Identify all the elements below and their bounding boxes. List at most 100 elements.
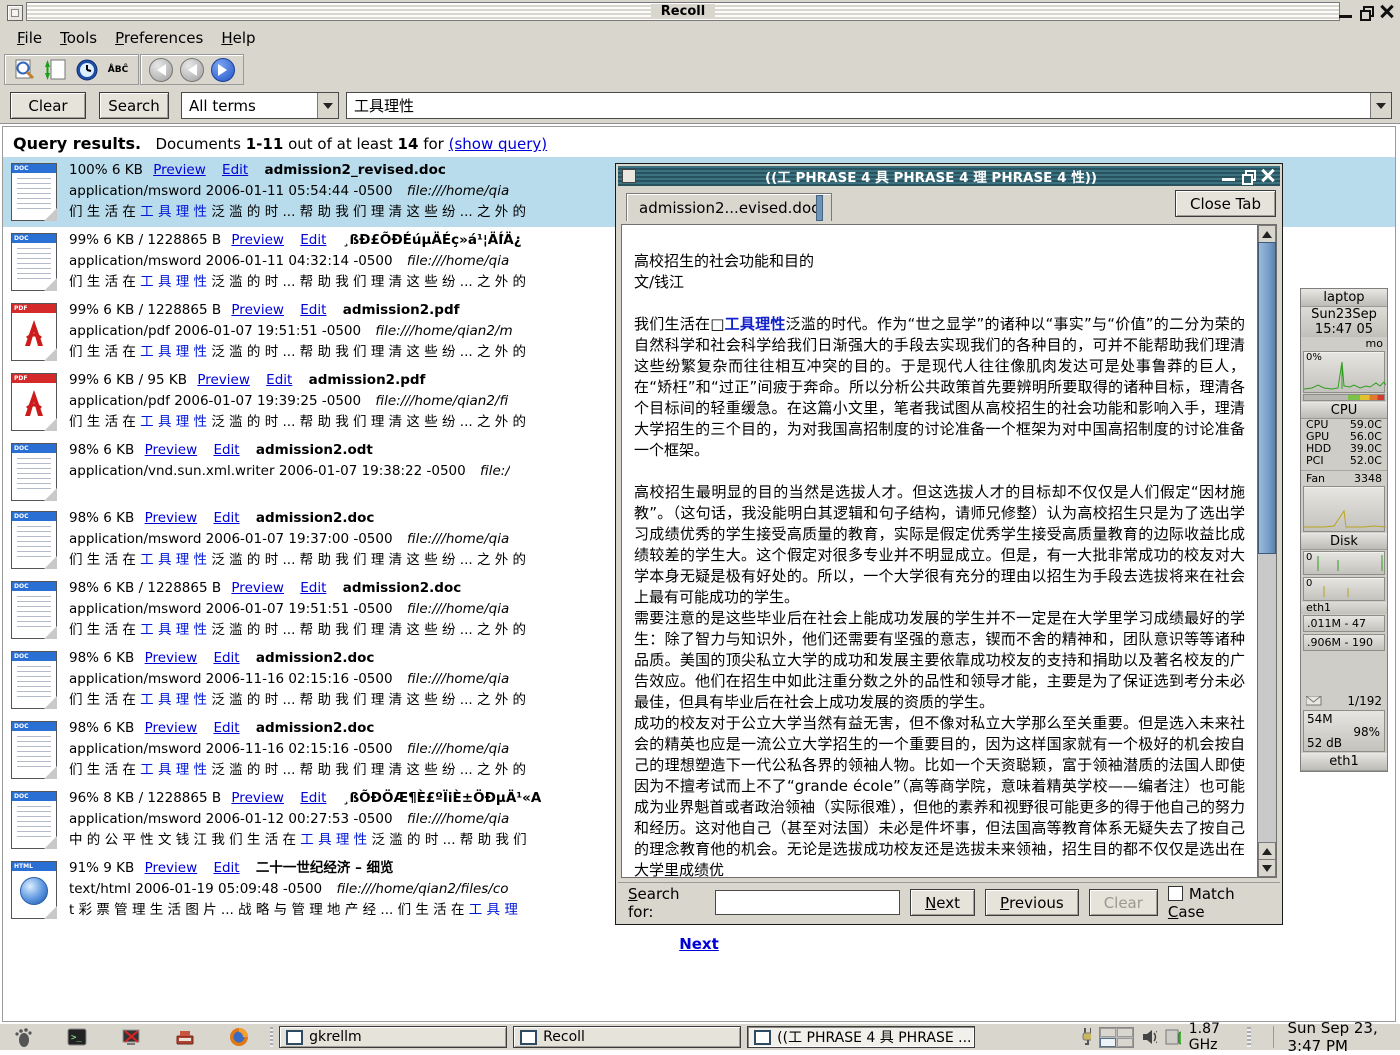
preview-link[interactable]: Preview (145, 860, 198, 876)
checkbox-icon[interactable] (1168, 886, 1183, 901)
preview-window-menu-icon[interactable] (622, 169, 636, 183)
restore-icon[interactable] (1360, 6, 1372, 18)
scroll-up-icon[interactable] (1258, 842, 1276, 860)
terminal-icon[interactable]: >_ (66, 1026, 88, 1048)
edit-link[interactable]: Edit (300, 790, 326, 806)
close-tab-button[interactable]: Close Tab (1175, 190, 1276, 217)
edit-link[interactable]: Edit (213, 860, 239, 876)
menu-item[interactable]: Preferences (106, 27, 212, 49)
cpufreq-icon[interactable] (1165, 1028, 1181, 1046)
launcher-icons: >_ (0, 1026, 264, 1048)
find-previous-button[interactable]: Previous (985, 889, 1079, 916)
scroll-up-icon[interactable] (1258, 225, 1276, 243)
edit-link[interactable]: Edit (300, 302, 326, 318)
lock-screen-icon[interactable] (120, 1026, 142, 1048)
first-page-icon[interactable] (149, 58, 173, 82)
taskbar-window-button[interactable]: Recoll (513, 1026, 741, 1048)
clock-gripper[interactable] (1247, 1027, 1250, 1047)
file-icon-body (17, 666, 51, 700)
taskbar-clock[interactable]: Sun Sep 23, 3:47 PM (1273, 1026, 1400, 1048)
sort-by-date-icon[interactable] (75, 58, 99, 82)
workspace-pager[interactable] (1099, 1027, 1134, 1048)
edit-link[interactable]: Edit (300, 232, 326, 248)
toolbar-group-nav (140, 54, 244, 85)
preview-search-input[interactable] (715, 890, 900, 915)
maximize-icon[interactable] (1242, 170, 1254, 182)
next-page-icon[interactable] (211, 58, 235, 82)
edit-link[interactable]: Edit (300, 580, 326, 596)
mail-monitor[interactable]: 1/192 (1301, 693, 1387, 709)
firefox-icon[interactable] (228, 1026, 250, 1048)
preview-link[interactable]: Preview (145, 650, 198, 666)
file-type-icon: DOC (11, 163, 57, 221)
clear-button[interactable]: Clear (10, 92, 86, 119)
previous-page-icon[interactable] (180, 58, 204, 82)
preview-tabrow: admission2...evised.doc Close Tab (620, 190, 1278, 221)
edit-link[interactable]: Edit (213, 442, 239, 458)
menu-item[interactable]: File (8, 27, 51, 49)
sort-parameters-icon[interactable] (44, 58, 68, 82)
sensor-row: PCI52.0C (1301, 455, 1387, 467)
toolbar: ÅBĈ (0, 51, 1400, 88)
preview-tab[interactable]: admission2...evised.doc (626, 193, 832, 221)
preview-link[interactable]: Preview (231, 232, 284, 248)
scroll-down-icon[interactable] (1258, 859, 1276, 877)
preview-link[interactable]: Preview (197, 372, 250, 388)
search-mode-select[interactable]: All terms (181, 92, 339, 119)
search-button[interactable]: Search (99, 92, 169, 119)
find-clear-button[interactable]: Clear (1089, 889, 1158, 916)
preview-link[interactable]: Preview (231, 790, 284, 806)
scrollbar-thumb[interactable] (1258, 242, 1276, 554)
show-query-details-icon[interactable] (13, 58, 37, 82)
preview-link[interactable]: Preview (145, 510, 198, 526)
typewriter-icon[interactable] (174, 1026, 196, 1048)
preview-link[interactable]: Preview (231, 302, 284, 318)
result-range: 1-11 (246, 135, 284, 153)
preview-titlebar[interactable]: ((工 PHRASE 4 具 PHRASE 4 理 PHRASE 4 性)) (618, 166, 1280, 186)
mem-battery-volume-meter[interactable]: 54M 98% 52 dB (1303, 710, 1385, 752)
match-case-checkbox[interactable]: Match Case (1168, 885, 1270, 921)
preview-text[interactable]: 高校招生的社会功能和目的 文/钱江 我们生活在□工具理性泛滥的时代。作为“世之显… (621, 224, 1258, 878)
preview-scrollbar[interactable] (1257, 224, 1277, 878)
query-input[interactable]: 工具理性 (346, 92, 1392, 119)
preview-link[interactable]: Preview (153, 162, 206, 178)
power-plug-icon[interactable] (1081, 1027, 1091, 1047)
disk-read-chart[interactable]: 0 (1303, 551, 1385, 575)
preview-link[interactable]: Preview (145, 720, 198, 736)
result-filename: admission2.doc (256, 720, 375, 736)
close-icon[interactable] (1380, 5, 1394, 19)
main-window-titlebar[interactable]: Recoll (0, 0, 1400, 25)
volume-value: 52 dB (1307, 736, 1342, 750)
gkrellm-panel[interactable]: laptop Sun23Sep 15:47 05 mo 0% CPU CPU59… (1300, 288, 1388, 772)
result-filename: ¸ßÕÐÖÆ¶È£ºÏiÈ±ÖÐµÄ¹«A (343, 790, 542, 806)
edit-link[interactable]: Edit (266, 372, 292, 388)
show-query-link[interactable]: (show query) (449, 135, 548, 153)
result-mime-date: application/vnd.sun.xml.writer 2006-01-0… (69, 463, 466, 479)
taskbar-window-button[interactable]: gkrellm (279, 1026, 507, 1048)
edit-link[interactable]: Edit (222, 162, 248, 178)
result-snippet: 们 生 活 在 工 具 理 性 泛 滥 的 时 ... 帮 助 我 们 理 清 … (69, 202, 526, 223)
edit-link[interactable]: Edit (213, 650, 239, 666)
cpu-chart[interactable]: 0% (1303, 351, 1385, 393)
speaker-icon[interactable] (1142, 1029, 1156, 1045)
preview-link[interactable]: Preview (145, 442, 198, 458)
menu-item[interactable]: Tools (51, 27, 106, 49)
taskbar-window-button[interactable]: ((工 PHRASE 4 具 PHRASE ... (747, 1026, 975, 1048)
minimize-icon[interactable] (1339, 15, 1352, 18)
close-icon[interactable] (1261, 169, 1275, 183)
preview-link[interactable]: Preview (231, 580, 284, 596)
find-next-button[interactable]: Next (910, 889, 975, 916)
edit-link[interactable]: Edit (213, 720, 239, 736)
fan-chart[interactable] (1303, 486, 1385, 532)
taskbar-gripper[interactable] (270, 1027, 273, 1047)
edit-link[interactable]: Edit (213, 510, 239, 526)
chevron-down-icon[interactable] (317, 93, 338, 118)
next-results-link[interactable]: Next (679, 935, 719, 953)
gnome-menu-icon[interactable] (12, 1026, 34, 1048)
query-history-dropdown-icon[interactable] (1370, 93, 1391, 118)
menu-item[interactable]: Help (212, 27, 264, 49)
disk-write-chart[interactable]: 0 (1303, 577, 1385, 601)
term-explorer-icon[interactable]: ÅBĈ (106, 58, 130, 82)
minimize-icon[interactable] (1222, 178, 1235, 181)
window-menu-icon[interactable] (7, 5, 23, 21)
